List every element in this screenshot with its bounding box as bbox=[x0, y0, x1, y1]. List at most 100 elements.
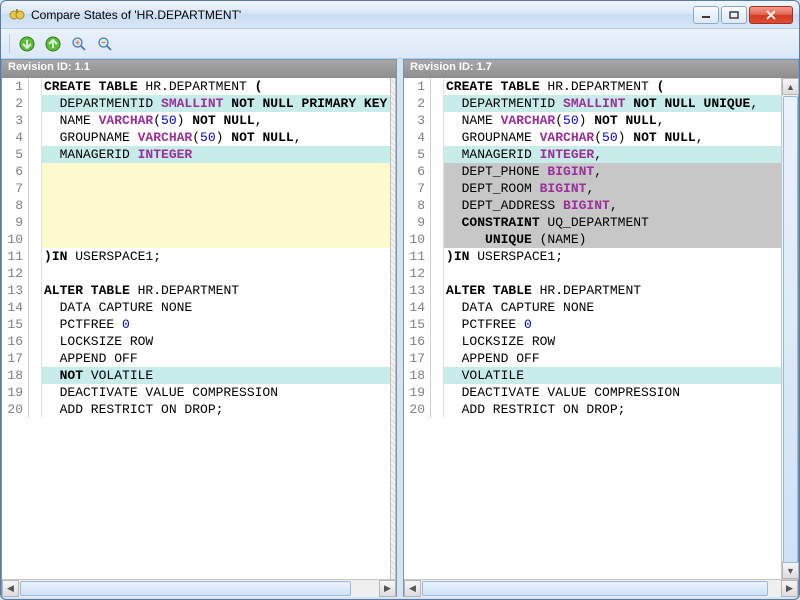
maximize-button[interactable] bbox=[721, 6, 747, 24]
fold-gutter bbox=[431, 367, 444, 384]
code-line[interactable]: 13ALTER TABLE HR.DEPARTMENT bbox=[404, 282, 781, 299]
line-number: 6 bbox=[404, 163, 431, 180]
fold-gutter bbox=[431, 112, 444, 129]
code-line[interactable]: 10 UNIQUE (NAME) bbox=[404, 231, 781, 248]
titlebar[interactable]: Compare States of 'HR.DEPARTMENT' bbox=[1, 1, 799, 29]
code-text: DEACTIVATE VALUE COMPRESSION bbox=[42, 384, 390, 401]
hscroll-thumb[interactable] bbox=[20, 581, 351, 596]
right-editor[interactable]: 1CREATE TABLE HR.DEPARTMENT (2 DEPARTMEN… bbox=[404, 78, 781, 579]
zoom-in-icon[interactable] bbox=[68, 33, 90, 55]
fold-gutter bbox=[29, 401, 42, 418]
code-line[interactable]: 4 GROUPNAME VARCHAR(50) NOT NULL, bbox=[404, 129, 781, 146]
right-vscroll[interactable]: ▲ ▼ bbox=[781, 78, 798, 579]
code-text: DATA CAPTURE NONE bbox=[444, 299, 781, 316]
code-text: APPEND OFF bbox=[444, 350, 781, 367]
fold-gutter bbox=[29, 350, 42, 367]
code-text: ALTER TABLE HR.DEPARTMENT bbox=[42, 282, 390, 299]
left-editor[interactable]: 1CREATE TABLE HR.DEPARTMENT (2 DEPARTMEN… bbox=[2, 78, 390, 579]
line-number: 18 bbox=[404, 367, 431, 384]
code-line[interactable]: 12 bbox=[404, 265, 781, 282]
code-line[interactable]: 17 APPEND OFF bbox=[404, 350, 781, 367]
code-line[interactable]: 10 bbox=[2, 231, 390, 248]
code-line[interactable]: 13ALTER TABLE HR.DEPARTMENT bbox=[2, 282, 390, 299]
code-line[interactable]: 8 bbox=[2, 197, 390, 214]
code-text bbox=[42, 163, 390, 180]
code-line[interactable]: 20 ADD RESTRICT ON DROP; bbox=[404, 401, 781, 418]
minimize-button[interactable] bbox=[693, 6, 719, 24]
fold-gutter bbox=[29, 367, 42, 384]
code-line[interactable]: 18 VOLATILE bbox=[404, 367, 781, 384]
code-line[interactable]: 11)IN USERSPACE1; bbox=[2, 248, 390, 265]
line-number: 15 bbox=[2, 316, 29, 333]
code-line[interactable]: 11)IN USERSPACE1; bbox=[404, 248, 781, 265]
scroll-right-icon[interactable]: ▶ bbox=[379, 580, 396, 597]
line-number: 12 bbox=[404, 265, 431, 282]
fold-gutter bbox=[431, 231, 444, 248]
code-line[interactable]: 12 bbox=[2, 265, 390, 282]
code-text: VOLATILE bbox=[444, 367, 781, 384]
line-number: 20 bbox=[2, 401, 29, 418]
code-line[interactable]: 7 DEPT_ROOM BIGINT, bbox=[404, 180, 781, 197]
fold-gutter bbox=[431, 163, 444, 180]
code-line[interactable]: 16 LOCKSIZE ROW bbox=[404, 333, 781, 350]
fold-gutter bbox=[431, 401, 444, 418]
code-line[interactable]: 18 NOT VOLATILE bbox=[2, 367, 390, 384]
fold-gutter bbox=[431, 299, 444, 316]
fold-gutter bbox=[431, 333, 444, 350]
code-line[interactable]: 3 NAME VARCHAR(50) NOT NULL, bbox=[404, 112, 781, 129]
scroll-right-icon[interactable]: ▶ bbox=[781, 580, 798, 597]
line-number: 2 bbox=[404, 95, 431, 112]
scroll-up-icon[interactable]: ▲ bbox=[782, 78, 799, 95]
code-line[interactable]: 2 DEPARTMENTID SMALLINT NOT NULL UNIQUE, bbox=[404, 95, 781, 112]
fold-gutter bbox=[29, 265, 42, 282]
code-line[interactable]: 9 bbox=[2, 214, 390, 231]
code-line[interactable]: 5 MANAGERID INTEGER bbox=[2, 146, 390, 163]
fold-gutter bbox=[29, 384, 42, 401]
code-line[interactable]: 17 APPEND OFF bbox=[2, 350, 390, 367]
left-hscroll[interactable]: ◀ ▶ bbox=[2, 579, 396, 596]
diff-overview-strip[interactable] bbox=[390, 78, 396, 579]
fold-gutter bbox=[431, 214, 444, 231]
code-line[interactable]: 3 NAME VARCHAR(50) NOT NULL, bbox=[2, 112, 390, 129]
prev-diff-icon[interactable] bbox=[42, 33, 64, 55]
code-line[interactable]: 19 DEACTIVATE VALUE COMPRESSION bbox=[404, 384, 781, 401]
code-text: GROUPNAME VARCHAR(50) NOT NULL, bbox=[42, 129, 390, 146]
code-line[interactable]: 2 DEPARTMENTID SMALLINT NOT NULL PRIMARY… bbox=[2, 95, 390, 112]
code-line[interactable]: 5 MANAGERID INTEGER, bbox=[404, 146, 781, 163]
code-text bbox=[42, 197, 390, 214]
scroll-left-icon[interactable]: ◀ bbox=[404, 580, 421, 597]
line-number: 3 bbox=[404, 112, 431, 129]
line-number: 15 bbox=[404, 316, 431, 333]
code-line[interactable]: 14 DATA CAPTURE NONE bbox=[2, 299, 390, 316]
code-line[interactable]: 6 bbox=[2, 163, 390, 180]
code-line[interactable]: 16 LOCKSIZE ROW bbox=[2, 333, 390, 350]
code-text: DEACTIVATE VALUE COMPRESSION bbox=[444, 384, 781, 401]
hscroll-thumb[interactable] bbox=[422, 581, 768, 596]
zoom-out-icon[interactable] bbox=[94, 33, 116, 55]
scroll-down-icon[interactable]: ▼ bbox=[782, 562, 799, 579]
code-line[interactable]: 8 DEPT_ADDRESS BIGINT, bbox=[404, 197, 781, 214]
fold-gutter bbox=[431, 129, 444, 146]
code-line[interactable]: 4 GROUPNAME VARCHAR(50) NOT NULL, bbox=[2, 129, 390, 146]
next-diff-icon[interactable] bbox=[16, 33, 38, 55]
toolbar-separator bbox=[9, 34, 10, 54]
code-line[interactable]: 14 DATA CAPTURE NONE bbox=[404, 299, 781, 316]
code-line[interactable]: 19 DEACTIVATE VALUE COMPRESSION bbox=[2, 384, 390, 401]
line-number: 2 bbox=[2, 95, 29, 112]
code-text bbox=[42, 265, 390, 282]
code-text: LOCKSIZE ROW bbox=[42, 333, 390, 350]
vscroll-thumb[interactable] bbox=[783, 96, 798, 563]
right-hscroll[interactable]: ◀ ▶ bbox=[404, 579, 798, 596]
scroll-left-icon[interactable]: ◀ bbox=[2, 580, 19, 597]
close-button[interactable] bbox=[749, 6, 793, 24]
code-line[interactable]: 1CREATE TABLE HR.DEPARTMENT ( bbox=[404, 78, 781, 95]
code-line[interactable]: 20 ADD RESTRICT ON DROP; bbox=[2, 401, 390, 418]
line-number: 19 bbox=[404, 384, 431, 401]
code-line[interactable]: 15 PCTFREE 0 bbox=[404, 316, 781, 333]
code-line[interactable]: 15 PCTFREE 0 bbox=[2, 316, 390, 333]
code-line[interactable]: 7 bbox=[2, 180, 390, 197]
code-line[interactable]: 9 CONSTRAINT UQ_DEPARTMENT bbox=[404, 214, 781, 231]
code-line[interactable]: 6 DEPT_PHONE BIGINT, bbox=[404, 163, 781, 180]
line-number: 11 bbox=[2, 248, 29, 265]
code-line[interactable]: 1CREATE TABLE HR.DEPARTMENT ( bbox=[2, 78, 390, 95]
